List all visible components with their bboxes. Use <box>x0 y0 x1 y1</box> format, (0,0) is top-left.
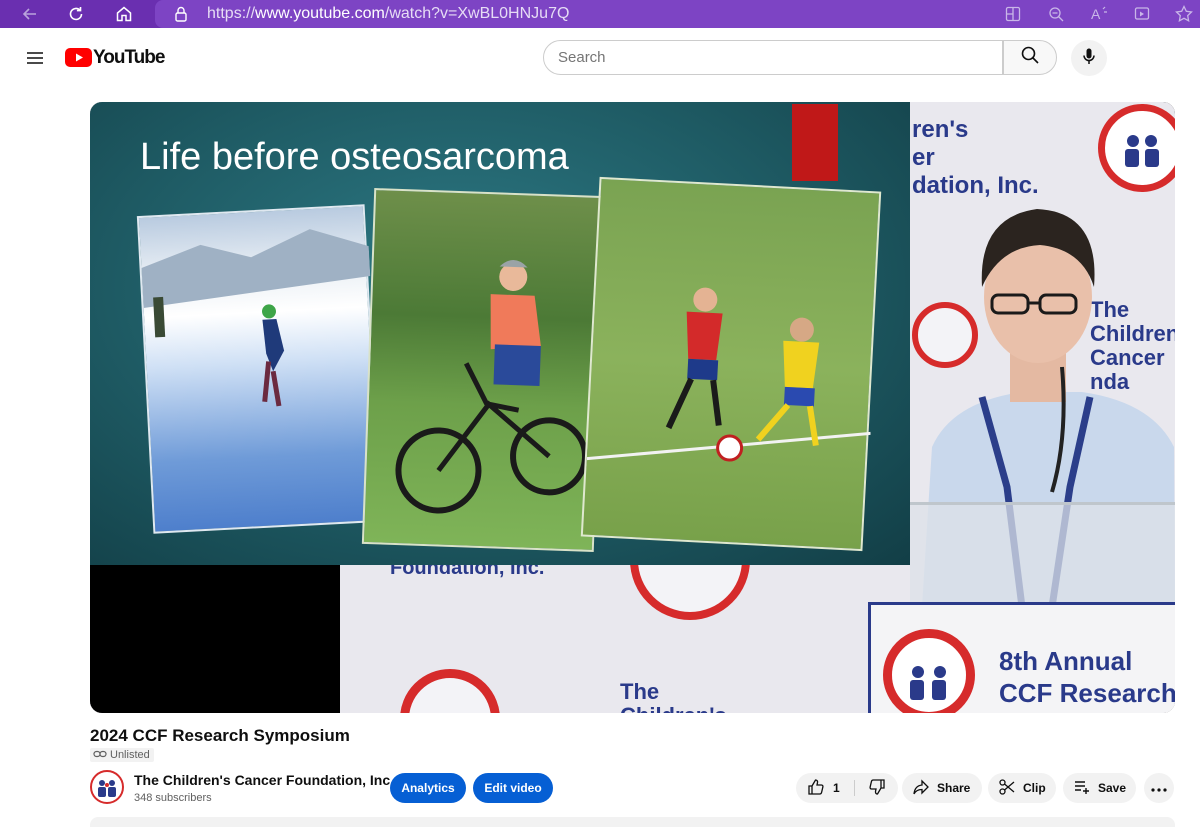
description-box-edge <box>90 817 1175 827</box>
share-button[interactable]: Share <box>902 773 982 803</box>
analytics-button[interactable]: Analytics <box>390 773 466 803</box>
more-icon <box>1151 781 1167 795</box>
playlist-add-icon <box>1073 778 1091 799</box>
split-screen-icon[interactable] <box>1001 2 1025 26</box>
youtube-logo-icon[interactable] <box>65 48 92 68</box>
banner-fragment-2: er <box>912 144 935 171</box>
url-domain: www.youtube.com <box>255 5 385 22</box>
banner-fragment-1: ren's <box>912 116 969 143</box>
menu-icon[interactable] <box>23 46 47 70</box>
ccf-seal-podium <box>883 629 975 713</box>
search-icon <box>1020 45 1040 70</box>
like-dislike-group: 1 <box>796 773 898 803</box>
search-input[interactable] <box>558 49 978 66</box>
youtube-logo-text[interactable]: YouTube <box>93 47 165 69</box>
immersive-reader-icon[interactable] <box>1130 2 1154 26</box>
mic-icon <box>1080 47 1098 70</box>
unlisted-label: Unlisted <box>110 749 150 761</box>
thumbs-up-icon <box>807 778 825 799</box>
favorite-star-icon[interactable] <box>1172 2 1196 26</box>
lock-icon[interactable] <box>169 2 193 26</box>
like-count: 1 <box>833 781 840 795</box>
share-icon <box>912 778 930 799</box>
podium-top <box>910 502 1175 602</box>
home-icon[interactable] <box>112 2 136 26</box>
slide-title: Life before osteosarcoma <box>140 136 569 178</box>
clip-button[interactable]: Clip <box>988 773 1056 803</box>
link-icon <box>93 749 107 762</box>
lower-banner-line-2: The <box>620 679 660 704</box>
video-player[interactable]: ren's er dation, Inc. The Children's Can… <box>90 102 1175 713</box>
browser-toolbar: https://www.youtube.com/watch?v=XwBL0HNJ… <box>0 0 1200 28</box>
scissors-icon <box>998 778 1016 799</box>
yt-header: YouTube <box>5 34 1200 82</box>
edit-video-button[interactable]: Edit video <box>473 773 553 803</box>
lower-banner-line-3: Children's <box>620 704 727 714</box>
back-icon[interactable] <box>18 2 42 26</box>
photo-soccer <box>580 176 882 552</box>
black-region <box>90 565 340 713</box>
podium-sign: 8th Annual CCF Research <box>868 602 1175 713</box>
save-button[interactable]: Save <box>1063 773 1136 803</box>
address-bar[interactable]: https://www.youtube.com/watch?v=XwBL0HNJ… <box>155 0 1200 28</box>
voice-search-button[interactable] <box>1071 40 1107 76</box>
url-path: /watch?v=XwBL0HNJu7Q <box>384 5 570 22</box>
photo-bike <box>361 188 607 552</box>
zoom-icon[interactable] <box>1044 2 1068 26</box>
url-text: https://www.youtube.com/watch?v=XwBL0HNJ… <box>207 5 569 23</box>
unlisted-badge: Unlisted <box>90 748 154 762</box>
read-aloud-icon[interactable]: A <box>1087 2 1111 26</box>
subscriber-count: 348 subscribers <box>134 792 212 804</box>
more-actions-button[interactable] <box>1144 773 1174 803</box>
search-button[interactable] <box>1003 40 1057 75</box>
dislike-button[interactable] <box>855 773 898 803</box>
photo-skiing <box>136 204 382 534</box>
share-label: Share <box>937 781 971 795</box>
podium-line-2: CCF Research <box>999 678 1175 708</box>
ccf-seal-upper <box>1098 104 1175 192</box>
podium-line-1: 8th Annual <box>999 646 1133 676</box>
channel-name[interactable]: The Children's Cancer Foundation, Inc. <box>134 772 394 788</box>
thumbs-down-icon <box>868 778 886 799</box>
lower-banner-text-2: The Children's <box>620 679 727 714</box>
channel-avatar[interactable] <box>90 770 124 804</box>
presentation-slide: Life before osteosarcoma <box>90 102 910 565</box>
slide-red-accent <box>792 104 838 181</box>
youtube-page: YouTube ren's er dation, Inc. <box>5 34 1200 827</box>
video-title: 2024 CCF Research Symposium <box>90 726 350 745</box>
clip-label: Clip <box>1023 781 1046 795</box>
like-button[interactable]: 1 <box>796 773 854 803</box>
url-prefix: https:// <box>207 5 256 22</box>
reload-icon[interactable] <box>64 2 88 26</box>
svg-text:A: A <box>1091 6 1101 22</box>
save-label: Save <box>1098 781 1127 795</box>
search-box[interactable] <box>543 40 1003 75</box>
podium-text: 8th Annual CCF Research <box>999 645 1175 709</box>
